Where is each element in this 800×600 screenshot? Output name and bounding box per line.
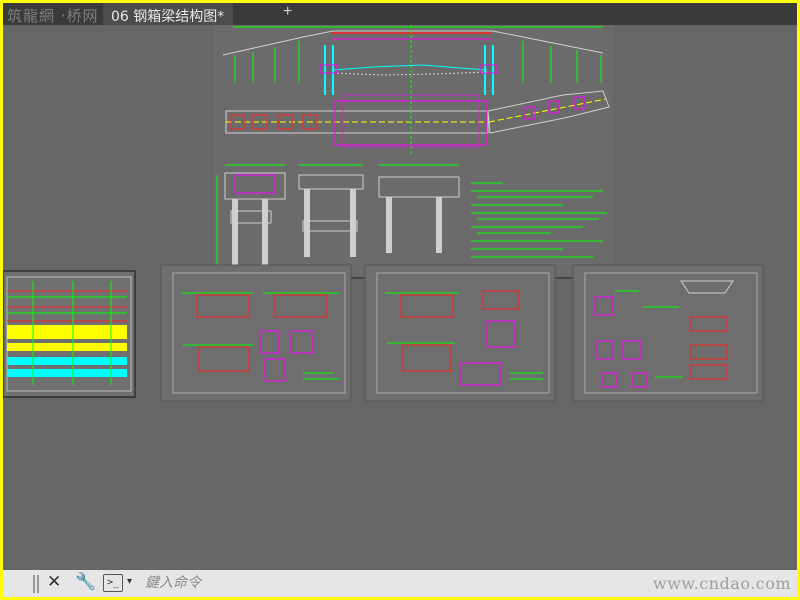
main-sheet	[213, 15, 613, 279]
site-watermark: www.cndao.com	[653, 574, 792, 593]
cad-application: 筑龍網 ·桥网 06 钢箱梁结构图* + ✕ 🔧 >_ ▾ 鍵入命令 www.c…	[3, 3, 797, 597]
sheet-thumbnail-1	[3, 270, 136, 398]
new-tab-button[interactable]: +	[283, 3, 292, 21]
wrench-icon[interactable]: 🔧	[75, 572, 96, 592]
tab-drawing-06[interactable]: 06 钢箱梁结构图*	[103, 3, 233, 25]
drawing-canvas[interactable]	[3, 15, 797, 570]
sheet-thumbnail-3	[364, 264, 556, 402]
chevron-down-icon[interactable]: ▾	[127, 576, 132, 587]
tab-title: 06 钢箱梁结构图*	[111, 9, 225, 25]
sheet-thumbnail-4	[572, 264, 764, 402]
drawing-svg	[3, 15, 764, 402]
sheet-thumbnail-2	[160, 264, 352, 402]
file-tab-bar: 筑龍網 ·桥网 06 钢箱梁结构图* +	[3, 3, 797, 25]
watermark-logo-text: 筑龍網 ·桥网	[7, 7, 99, 25]
command-input[interactable]	[145, 573, 625, 593]
command-line-bar: ✕ 🔧 >_ ▾ www.cndao.com	[3, 570, 797, 597]
grip-handle[interactable]	[33, 575, 41, 593]
command-prompt-icon[interactable]: >_	[103, 574, 123, 592]
close-icon[interactable]: ✕	[47, 572, 61, 592]
